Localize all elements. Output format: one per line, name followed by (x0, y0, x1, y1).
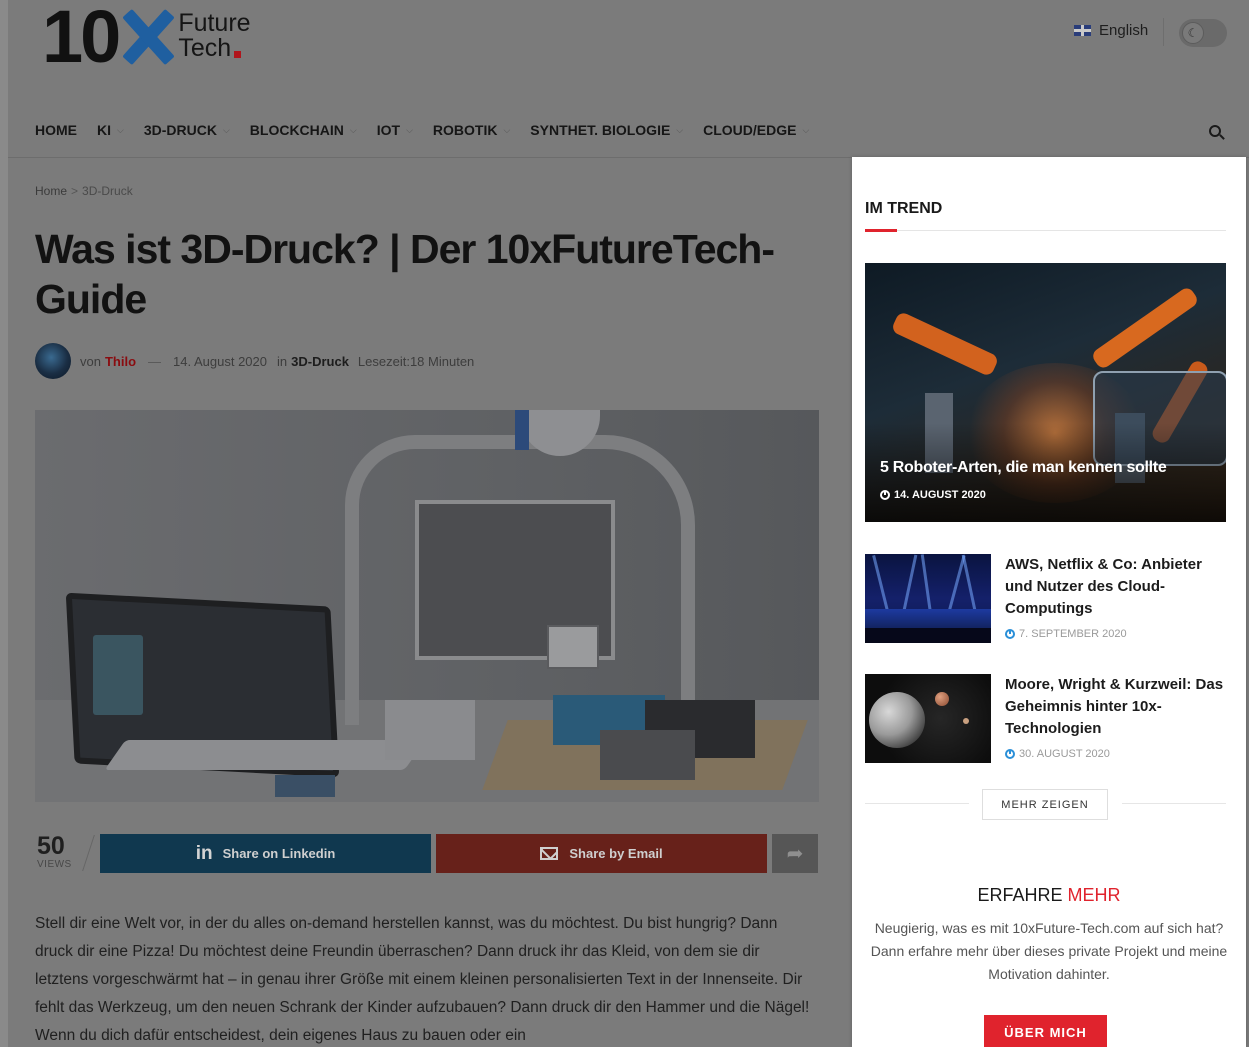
more-divider-right (1122, 803, 1226, 804)
breadcrumb-current[interactable]: 3D-Druck (82, 184, 133, 198)
chevron-down-icon: ⌵ (406, 124, 413, 135)
nav-item-label: SYNTHET. BIOLOGIE (530, 122, 671, 138)
article-meta: von Thilo — 14. August 2020 in 3D-Druck … (35, 342, 474, 380)
breadcrumb: Home >3D-Druck (35, 184, 133, 198)
chevron-down-icon: ⌵ (349, 124, 357, 135)
nav-item-iot[interactable]: IOT ⌵ (377, 122, 413, 138)
featured-post-title[interactable]: 5 Roboter-Arten, die man kennen sollte (880, 459, 1167, 477)
author-link[interactable]: Thilo (105, 354, 136, 369)
search-icon[interactable] (1209, 125, 1226, 142)
share-linkedin-button[interactable]: in Share on Linkedin (100, 834, 431, 873)
language-label: English (1099, 22, 1149, 39)
meta-by: von (80, 353, 101, 369)
author-avatar[interactable] (35, 343, 71, 379)
views-label: VIEWS (37, 859, 72, 870)
clock-icon (880, 490, 890, 500)
trend-item[interactable]: AWS, Netflix & Co: Anbieter und Nutzer d… (865, 554, 1226, 644)
moon-icon: ☾ (1182, 22, 1204, 44)
nav-item-robotik[interactable]: ROBOTIK ⌵ (433, 122, 510, 138)
article-body: Stell dir eine Welt vor, in der du alles… (35, 915, 810, 1044)
logo-line-2: Tech (178, 34, 232, 62)
more-divider-left (865, 803, 969, 804)
share-more-button[interactable]: ➦ (772, 834, 818, 873)
share-email-button[interactable]: Share by Email (436, 834, 767, 873)
sidebar-heading-accent (865, 229, 897, 232)
about-me-button[interactable]: ÜBER MICH (984, 1015, 1107, 1047)
clock-icon (1005, 749, 1015, 759)
meta-in: in (277, 353, 288, 369)
chevron-down-icon: ⌵ (503, 124, 511, 135)
dark-mode-toggle[interactable]: ☾ (1179, 19, 1227, 47)
nav-item-label: HOME (35, 122, 77, 138)
hero-image-3d-printer (35, 410, 819, 802)
left-page-strip (0, 0, 8, 1047)
category-link[interactable]: 3D-Druck (291, 354, 349, 369)
trending-sidebar: IM TREND 5 Roboter-Arten, die man kennen… (852, 157, 1246, 1047)
uk-flag-icon (1074, 25, 1091, 36)
nav-item-synthet-biologie[interactable]: SYNTHET. BIOLOGIE ⌵ (530, 122, 683, 138)
chevron-down-icon: ⌵ (802, 124, 810, 135)
nav-item-cloud-edge[interactable]: CLOUD/EDGE ⌵ (703, 122, 809, 138)
share-email-label: Share by Email (569, 846, 663, 861)
header-divider (1163, 18, 1164, 46)
nav-item-ki[interactable]: KI ⌵ (97, 122, 124, 138)
logo-x-mark (122, 9, 174, 65)
chevron-down-icon: ⌵ (222, 124, 230, 135)
sidebar-heading-line (865, 230, 1226, 231)
view-counter: 50 VIEWS (37, 833, 89, 870)
nav-item-label: ROBOTIK (432, 122, 498, 138)
logo-line-1: Future (178, 9, 251, 37)
chevron-down-icon: ⌵ (117, 124, 124, 135)
site-logo[interactable]: 10 Future Tech (42, 0, 251, 78)
sidebar-heading: IM TREND (865, 200, 943, 217)
main-nav: HOME KI ⌵ 3D-DRUCK ⌵ BLOCKCHAIN ⌵ IOT ⌵ ROBOTIK ⌵ S… (8, 108, 1249, 158)
clock-icon (1005, 629, 1015, 639)
meta-dash: — (148, 353, 162, 369)
featured-post-date: 14. AUGUST 2020 (880, 489, 986, 501)
breadcrumb-separator: > (71, 184, 79, 198)
trend-item-title[interactable]: AWS, Netflix & Co: Anbieter und Nutzer d… (1005, 554, 1227, 620)
nav-item-blockchain[interactable]: BLOCKCHAIN ⌵ (250, 122, 357, 138)
trend-item-date: 30. AUGUST 2020 (1005, 748, 1110, 760)
learn-more-heading: ERFAHRE MEHR (977, 885, 1121, 905)
learn-more-text: Neugierig, was es mit 10xFuture-Tech.com… (870, 920, 1228, 982)
chevron-down-icon: ⌵ (676, 124, 684, 135)
language-switcher[interactable]: English (1074, 22, 1148, 39)
trend-item-thumbnail[interactable] (865, 554, 991, 643)
nav-item-label: 3D-DRUCK (143, 122, 217, 138)
trend-item-date: 7. SEPTEMBER 2020 (1005, 628, 1127, 640)
logo-text: Future Tech (178, 11, 250, 61)
publish-date: 14. August 2020 (173, 353, 267, 369)
featured-post[interactable]: 5 Roboter-Arten, die man kennen sollte 1… (865, 263, 1226, 522)
breadcrumb-home[interactable]: Home (35, 184, 67, 198)
show-more-button[interactable]: MEHR ZEIGEN (982, 789, 1108, 820)
linkedin-icon: in (195, 842, 213, 864)
share-bar: 50 VIEWS in Share on Linkedin Share by E… (35, 833, 819, 875)
nav-items: HOME KI ⌵ 3D-DRUCK ⌵ BLOCKCHAIN ⌵ IOT ⌵ ROBOTIK ⌵ S… (35, 122, 829, 138)
nav-item-3d-druck[interactable]: 3D-DRUCK ⌵ (144, 122, 230, 138)
nav-item-label: BLOCKCHAIN (249, 122, 344, 138)
nav-item-label: IOT (376, 122, 401, 138)
site-header: 10 Future Tech English ☾ (8, 0, 1249, 100)
reading-time: Lesezeit:18 Minuten (357, 353, 475, 369)
trend-item-thumbnail[interactable] (865, 674, 991, 763)
share-linkedin-label: Share on Linkedin (222, 846, 336, 861)
logo-number: 10 (42, 0, 121, 78)
views-count: 50 (37, 832, 65, 860)
trend-item-title[interactable]: Moore, Wright & Kurzweil: Das Geheimnis … (1005, 674, 1227, 740)
nav-item-label: KI (97, 122, 111, 138)
nav-item-label: CLOUD/EDGE (703, 122, 797, 138)
share-arrow-icon: ➦ (786, 843, 804, 865)
envelope-icon (540, 847, 559, 860)
trend-item[interactable]: Moore, Wright & Kurzweil: Das Geheimnis … (865, 674, 1226, 764)
nav-item-home[interactable]: HOME (35, 122, 77, 138)
logo-dot (234, 51, 242, 58)
article-title: Was ist 3D-Druck? | Der 10xFutureTech-Gu… (35, 226, 775, 322)
